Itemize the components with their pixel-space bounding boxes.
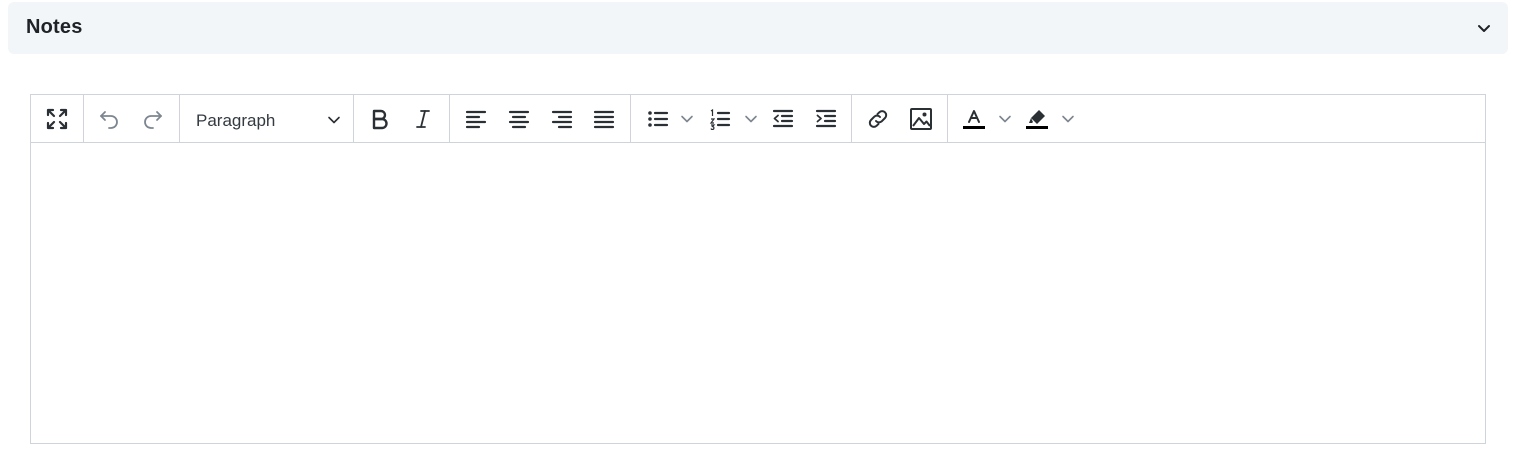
text-color-button[interactable] bbox=[959, 104, 989, 134]
outdent-icon bbox=[772, 108, 794, 130]
fullscreen-button[interactable] bbox=[42, 104, 72, 134]
chevron-down-icon bbox=[1061, 112, 1075, 126]
toolbar-separator bbox=[851, 95, 852, 143]
link-icon bbox=[866, 107, 890, 131]
chevron-down-icon bbox=[680, 112, 694, 126]
undo-button[interactable] bbox=[94, 104, 124, 134]
align-left-button[interactable] bbox=[461, 104, 491, 134]
numbered-list-options-button[interactable] bbox=[742, 104, 760, 134]
indent-icon bbox=[815, 108, 837, 130]
toolbar-separator bbox=[449, 95, 450, 143]
outdent-button[interactable] bbox=[768, 104, 798, 134]
highlighter-icon bbox=[1025, 107, 1049, 131]
redo-button[interactable] bbox=[138, 104, 168, 134]
notes-panel-header[interactable]: Notes bbox=[8, 2, 1508, 54]
align-center-icon bbox=[508, 108, 530, 130]
align-justify-icon bbox=[593, 108, 615, 130]
align-right-button[interactable] bbox=[547, 104, 577, 134]
bullet-list-icon bbox=[647, 108, 669, 130]
bullet-list-options-button[interactable] bbox=[678, 104, 696, 134]
toolbar-separator bbox=[947, 95, 948, 143]
chevron-down-icon[interactable] bbox=[1476, 20, 1492, 36]
toolbar-separator bbox=[630, 95, 631, 143]
italic-icon bbox=[414, 108, 432, 130]
toolbar-separator bbox=[179, 95, 180, 143]
rich-text-editor: Paragraph bbox=[30, 94, 1486, 444]
font-color-icon bbox=[962, 107, 986, 131]
fullscreen-icon bbox=[46, 108, 68, 130]
insert-image-button[interactable] bbox=[906, 104, 936, 134]
bold-button[interactable] bbox=[365, 104, 395, 134]
toolbar-separator bbox=[83, 95, 84, 143]
italic-button[interactable] bbox=[408, 104, 438, 134]
indent-button[interactable] bbox=[811, 104, 841, 134]
bullet-list-button[interactable] bbox=[643, 104, 673, 134]
chevron-down-icon bbox=[744, 112, 758, 126]
numbered-list-button[interactable] bbox=[705, 104, 735, 134]
align-center-button[interactable] bbox=[504, 104, 534, 134]
highlight-color-button[interactable] bbox=[1022, 104, 1052, 134]
chevron-down-icon bbox=[998, 112, 1012, 126]
redo-icon bbox=[142, 108, 164, 130]
bold-icon bbox=[370, 108, 390, 130]
editor-toolbar: Paragraph bbox=[31, 95, 1485, 143]
block-format-select[interactable]: Paragraph bbox=[181, 104, 351, 134]
align-left-icon bbox=[465, 108, 487, 130]
align-right-icon bbox=[551, 108, 573, 130]
editor-content-area[interactable] bbox=[31, 143, 1485, 443]
text-color-options-button[interactable] bbox=[996, 104, 1014, 134]
undo-icon bbox=[98, 108, 120, 130]
insert-link-button[interactable] bbox=[863, 104, 893, 134]
align-justify-button[interactable] bbox=[589, 104, 619, 134]
chevron-down-icon bbox=[327, 113, 341, 132]
highlight-color-options-button[interactable] bbox=[1059, 104, 1077, 134]
image-icon bbox=[909, 107, 933, 131]
panel-title: Notes bbox=[26, 16, 83, 38]
notes-panel: Notes Paragraph bbox=[0, 0, 1522, 462]
numbered-list-icon bbox=[709, 108, 731, 130]
toolbar-separator bbox=[353, 95, 354, 143]
block-format-value: Paragraph bbox=[196, 111, 276, 130]
